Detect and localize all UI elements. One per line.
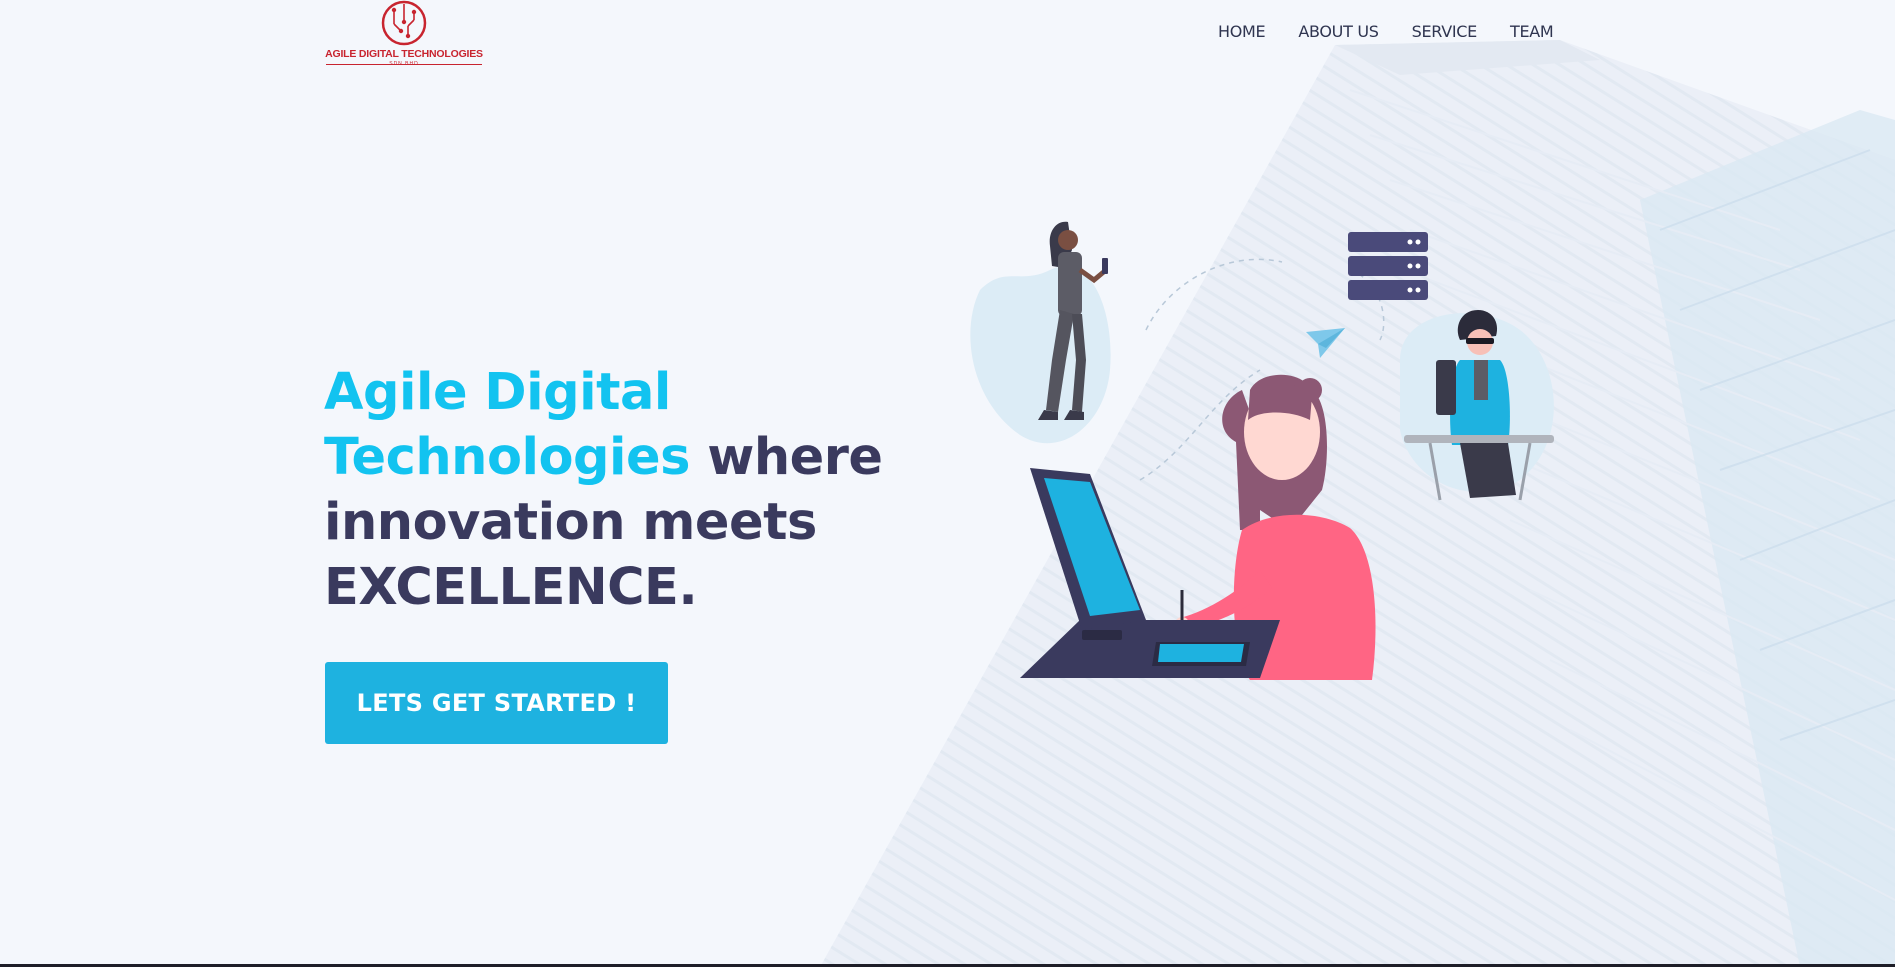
- site-header: AGILE DIGITAL TECHNOLOGIES SDN BHD HOME …: [0, 0, 1895, 80]
- server-stack-icon: [1348, 232, 1428, 300]
- hero-headline: Agile Digital Technologies where innovat…: [324, 360, 924, 620]
- logo-subtitle: SDN BHD: [389, 61, 419, 67]
- standing-woman-illustration: [970, 221, 1111, 444]
- circuit-logo-icon: [381, 0, 427, 46]
- building-background-image: [820, 40, 1895, 967]
- headline-rest-2: innovation meets: [324, 493, 817, 552]
- get-started-button[interactable]: LETS GET STARTED !: [325, 662, 668, 744]
- nav-team[interactable]: TEAM: [1510, 22, 1554, 41]
- nav-about-us[interactable]: ABOUT US: [1298, 22, 1379, 41]
- company-logo[interactable]: AGILE DIGITAL TECHNOLOGIES SDN BHD: [322, 0, 486, 70]
- nav-service[interactable]: SERVICE: [1412, 22, 1478, 41]
- headline-rest-1: where: [689, 428, 883, 487]
- logo-company-name: AGILE DIGITAL TECHNOLOGIES: [325, 48, 483, 60]
- headline-rest-3: EXCELLENCE.: [324, 558, 698, 617]
- headline-accent-2: Technologies: [324, 428, 690, 487]
- hero-illustration: [970, 221, 1554, 680]
- nav-home[interactable]: HOME: [1218, 22, 1266, 41]
- main-nav: HOME ABOUT US SERVICE TEAM: [1218, 22, 1554, 41]
- hero-section: Agile Digital Technologies where innovat…: [324, 360, 924, 620]
- headline-accent-1: Agile Digital: [324, 363, 671, 422]
- seated-man-illustration: [1400, 310, 1554, 501]
